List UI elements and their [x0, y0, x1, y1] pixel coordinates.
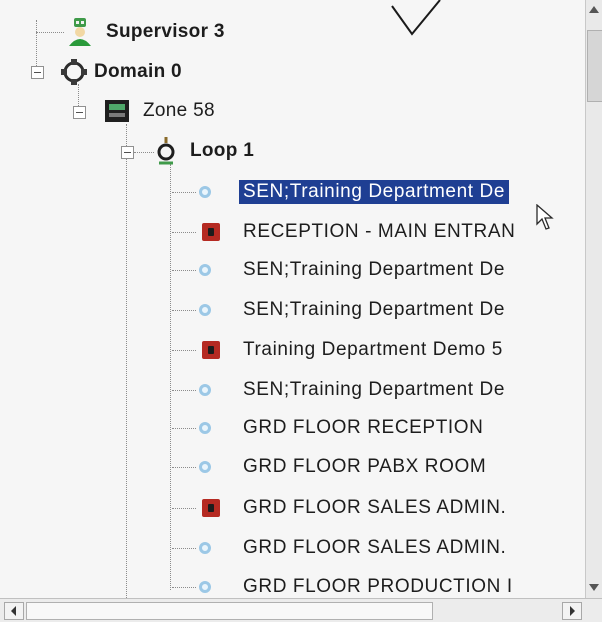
tree-node-device[interactable]: SEN;Training Department De — [243, 255, 505, 285]
sensor-icon — [199, 422, 211, 434]
tree-node-label: Loop 1 — [190, 140, 255, 161]
tree-connector — [172, 350, 196, 351]
sensor-icon — [199, 186, 211, 198]
scroll-up-arrow-icon[interactable] — [589, 6, 599, 13]
manual-call-point-icon — [202, 223, 220, 241]
tree-node-device[interactable]: GRD FLOOR RECEPTION — [243, 413, 483, 443]
tree-connector — [172, 390, 196, 391]
tree-connector — [172, 548, 196, 549]
tree-node-label: GRD FLOOR SALES ADMIN. — [243, 537, 507, 558]
sensor-icon — [199, 542, 211, 554]
tree-connector — [172, 310, 196, 311]
tree-node-label: Training Department Demo 5 — [243, 339, 503, 360]
tree-connector — [172, 587, 196, 588]
sensor-icon — [199, 461, 211, 473]
tree-connector — [172, 428, 196, 429]
tree-node-supervisor[interactable]: Supervisor 3 — [66, 17, 225, 47]
mouse-cursor-icon — [536, 204, 554, 230]
tree-node-device[interactable]: SEN;Training Department De — [243, 295, 505, 325]
tree-node-label: SEN;Training Department De — [243, 299, 505, 320]
sensor-icon — [199, 304, 211, 316]
tree-connector — [36, 32, 64, 33]
scroll-left-arrow-icon — [11, 606, 16, 616]
tree-node-device[interactable]: RECEPTION - MAIN ENTRAN — [243, 217, 515, 247]
collapse-toggle[interactable] — [73, 106, 86, 119]
pen-annotation-mark — [391, 0, 441, 36]
tree-connector — [172, 192, 196, 193]
tree-node-label: RECEPTION - MAIN ENTRAN — [243, 221, 516, 242]
network-domain-icon — [61, 59, 87, 85]
tree-node-device[interactable]: GRD FLOOR SALES ADMIN. — [243, 493, 506, 523]
tree-node-label: Supervisor 3 — [106, 21, 225, 42]
zone-panel-icon — [105, 100, 129, 122]
tree-node-label: GRD FLOOR PRODUCTION I — [243, 576, 513, 597]
tree-node-label: GRD FLOOR SALES ADMIN. — [243, 497, 507, 518]
horizontal-scrollbar[interactable] — [0, 598, 602, 622]
scroll-right-button[interactable] — [562, 602, 582, 620]
sensor-icon — [199, 581, 211, 593]
manual-call-point-icon — [202, 341, 220, 359]
tree-connector — [126, 124, 127, 604]
loop-icon — [157, 137, 175, 165]
scroll-left-button[interactable] — [4, 602, 24, 620]
tree-connector — [172, 508, 196, 509]
collapse-toggle[interactable] — [121, 146, 134, 159]
horizontal-scroll-thumb[interactable] — [26, 602, 433, 620]
device-tree-panel: Supervisor 3 Domain 0 Zone 58 Loop 1 SEN… — [0, 0, 602, 622]
scroll-down-arrow-icon[interactable] — [589, 584, 599, 591]
tree-node-device[interactable]: Training Department Demo 5 — [243, 335, 503, 365]
tree-connector — [172, 232, 196, 233]
collapse-toggle[interactable] — [31, 66, 44, 79]
tree-connector — [134, 152, 154, 153]
tree-node-domain[interactable]: Domain 0 — [60, 57, 182, 87]
vertical-scrollbar[interactable] — [585, 0, 602, 598]
tree-node-loop[interactable]: Loop 1 — [154, 136, 254, 166]
tree-connector — [172, 467, 196, 468]
supervisor-user-icon — [69, 18, 91, 46]
tree-node-device[interactable]: SEN;Training Department De — [243, 375, 505, 405]
tree-connector — [172, 270, 196, 271]
tree-node-device[interactable]: SEN;Training Department De — [239, 177, 509, 207]
tree-node-label: GRD FLOOR RECEPTION — [243, 417, 484, 438]
sensor-icon — [199, 384, 211, 396]
sensor-icon — [199, 264, 211, 276]
vertical-scroll-thumb[interactable] — [587, 30, 602, 102]
tree-node-label: SEN;Training Department De — [243, 379, 505, 400]
tree-node-label: SEN;Training Department De — [239, 180, 509, 204]
tree-node-label: Zone 58 — [143, 100, 215, 121]
tree-node-device[interactable]: GRD FLOOR SALES ADMIN. — [243, 533, 506, 563]
tree-connector — [170, 164, 171, 590]
manual-call-point-icon — [202, 499, 220, 517]
tree-node-zone[interactable]: Zone 58 — [104, 96, 215, 126]
tree-node-label: GRD FLOOR PABX ROOM — [243, 456, 487, 477]
device-tree[interactable]: Supervisor 3 Domain 0 Zone 58 Loop 1 SEN… — [0, 0, 585, 604]
scroll-right-arrow-icon — [570, 606, 575, 616]
tree-node-label: Domain 0 — [94, 61, 182, 82]
tree-node-label: SEN;Training Department De — [243, 259, 505, 280]
tree-node-device[interactable]: GRD FLOOR PABX ROOM — [243, 452, 486, 482]
